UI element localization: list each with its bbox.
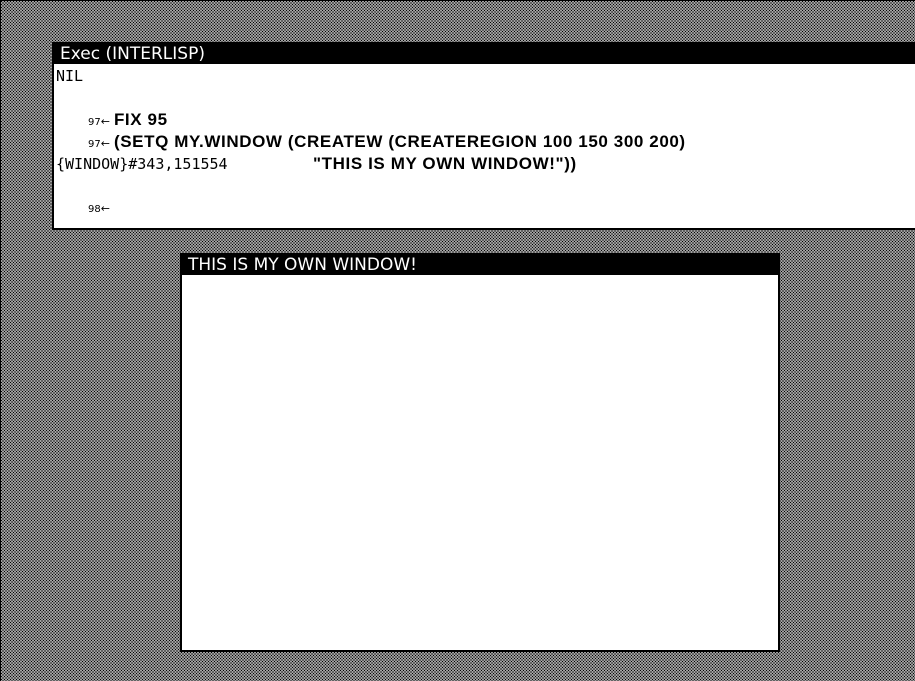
my-own-window-title[interactable]: THIS IS MY OWN WINDOW! [182, 255, 778, 275]
history-line-setq: 97← (SETQ MY.WINDOW (CREATEW (CREATEREGIO… [56, 109, 915, 151]
exec-window-title[interactable]: Exec (INTERLISP) [54, 44, 915, 64]
my-own-window-body[interactable] [182, 275, 778, 650]
screen-border-top [0, 0, 915, 1]
output-nil: NIL [56, 67, 84, 85]
fix-command: FIX 95 [113, 110, 168, 129]
history-line-fix: 97← FIX 95 [56, 87, 915, 129]
prompt-number: 97 [88, 139, 101, 150]
prompt-arrow-icon: ← [100, 137, 110, 150]
prompt-number: 97 [88, 117, 101, 128]
setq-command: (SETQ MY.WINDOW (CREATEW (CREATEREGION 1… [113, 132, 686, 151]
my-own-window[interactable]: THIS IS MY OWN WINDOW! [180, 253, 780, 652]
exec-window-body[interactable]: NIL 97← FIX 95 97← (SETQ MY.WINDOW (CREATE… [54, 64, 915, 215]
current-prompt-line[interactable]: 98← [56, 175, 915, 215]
setq-command-continuation: "THIS IS MY OWN WINDOW!")) [313, 154, 577, 173]
prompt-arrow-icon: ← [100, 115, 110, 128]
exec-window[interactable]: Exec (INTERLISP) NIL 97← FIX 95 97← (SETQ … [52, 42, 915, 230]
prompt-number: 98 [88, 204, 101, 215]
screen-border-left [0, 0, 1, 681]
prompt-arrow-icon: ← [100, 202, 110, 215]
desktop-background[interactable]: Exec (INTERLISP) NIL 97← FIX 95 97← (SETQ … [0, 0, 915, 681]
